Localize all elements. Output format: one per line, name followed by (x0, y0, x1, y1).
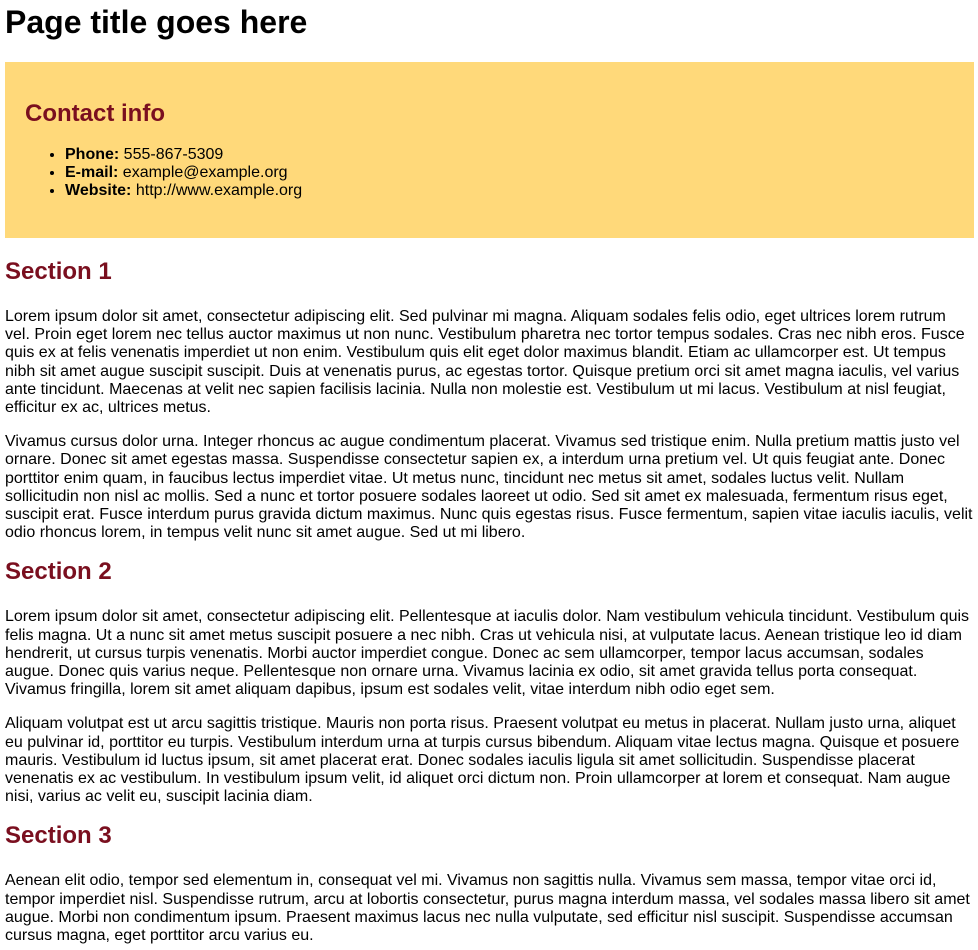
contact-item-email: E-mail: example@example.org (65, 164, 954, 182)
section-2: Section 2 Lorem ipsum dolor sit amet, co… (5, 558, 973, 806)
contact-item-label: E-mail: (65, 164, 119, 181)
contact-item-website: Website: http://www.example.org (65, 182, 954, 200)
section-heading: Section 1 (5, 258, 112, 285)
contact-info-heading: Contact info (25, 100, 165, 127)
page: Page title goes here Contact info Phone:… (0, 0, 978, 950)
contact-info-box: Contact info Phone: 555-867-5309 E-mail:… (5, 62, 974, 238)
section-paragraph: Aenean elit odio, tempor sed elementum i… (5, 872, 970, 945)
section-paragraph: Lorem ipsum dolor sit amet, consectetur … (5, 308, 965, 417)
contact-info-list: Phone: 555-867-5309 E-mail: example@exam… (25, 146, 954, 200)
section-3: Section 3 Aenean elit odio, tempor sed e… (5, 822, 973, 945)
contact-item-value: example@example.org (122, 164, 288, 181)
contact-item-value: http://www.example.org (135, 182, 303, 199)
section-1: Section 1 Lorem ipsum dolor sit amet, co… (5, 258, 973, 542)
section-paragraph: Vivamus cursus dolor urna. Integer rhonc… (5, 433, 973, 542)
contact-item-label: Website: (65, 182, 132, 199)
contact-item-phone: Phone: 555-867-5309 (65, 146, 954, 164)
section-paragraph: Lorem ipsum dolor sit amet, consectetur … (5, 608, 970, 699)
content-sections: Section 1 Lorem ipsum dolor sit amet, co… (0, 238, 978, 945)
page-title: Page title goes here (5, 4, 308, 40)
section-heading: Section 2 (5, 558, 112, 586)
contact-item-label: Phone: (65, 146, 120, 163)
contact-item-value: 555-867-5309 (123, 146, 224, 163)
section-paragraph: Aliquam volutpat est ut arcu sagittis tr… (5, 715, 960, 806)
section-heading: Section 3 (5, 822, 112, 850)
